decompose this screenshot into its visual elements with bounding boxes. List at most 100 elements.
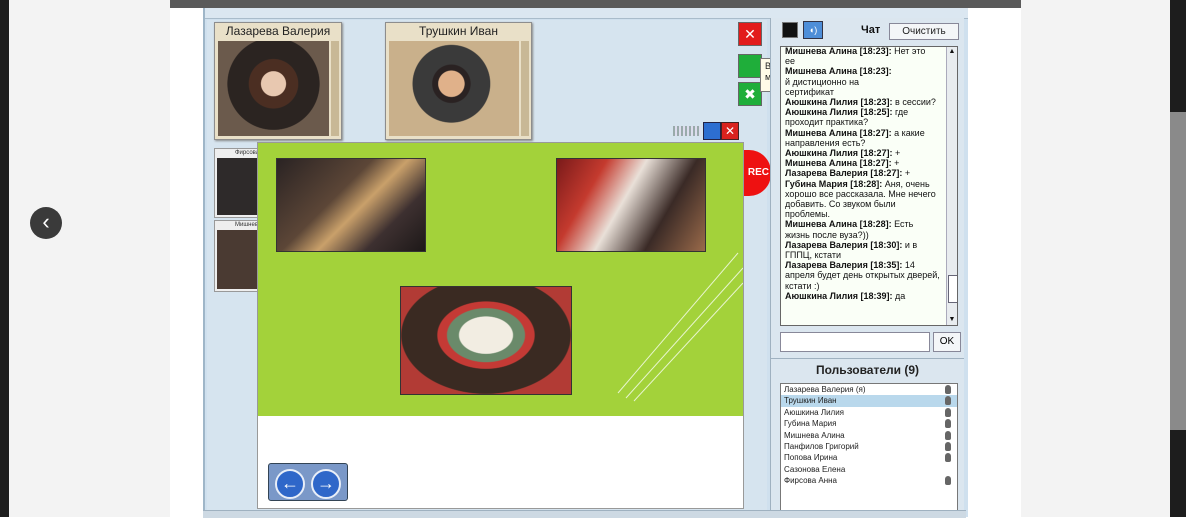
next-slide-button[interactable]: →: [311, 469, 341, 499]
user-name: Аюшкина Лилия: [784, 407, 844, 417]
volume-bar: [331, 41, 339, 136]
slide-navigation: ← →: [268, 463, 348, 501]
users-list[interactable]: Лазарева Валерия (я) Трушкин Иван Аюшкина …: [780, 383, 958, 511]
chat-message: Лазарева Валерия [18:35]: 14 апреля буде…: [785, 260, 940, 291]
slide-photo-party: [276, 158, 426, 252]
chat-message-text: сертификат: [785, 86, 834, 97]
user-list-item[interactable]: Аюшкина Лилия: [781, 407, 957, 418]
chat-message-author: Лазарева Валерия [18:35]:: [785, 260, 903, 271]
chat-message-author: Аюшкина Лилия [18:25]:: [785, 107, 893, 118]
participant-name: Лазарева Валерия: [225, 24, 331, 38]
mic-toggle-button[interactable]: ✕: [738, 22, 762, 46]
send-button[interactable]: OK: [933, 332, 961, 352]
chat-message-input[interactable]: [780, 332, 930, 352]
chat-message-author: Мишнева Алина [18:23]:: [785, 66, 892, 77]
carousel-prev-button[interactable]: ‹: [30, 207, 62, 239]
chat-message-text: й дистиционно на: [785, 76, 860, 87]
user-list-item[interactable]: Попова Ирина: [781, 452, 957, 463]
chat-message-text: +: [892, 148, 901, 159]
camera-button[interactable]: [738, 54, 762, 78]
microphone-icon: [945, 430, 951, 440]
speaker-button[interactable]: ◖): [803, 21, 823, 39]
arrow-left-icon: ←: [281, 473, 299, 493]
chat-message: й дистиционно на: [785, 77, 940, 87]
user-list-item[interactable]: Мишнева Алина: [781, 430, 957, 441]
chat-message-text: +: [902, 168, 911, 179]
chat-message-author: Лазарева Валерия [18:27]:: [785, 168, 903, 179]
microphone-icon: [945, 396, 951, 406]
scroll-down-icon[interactable]: ▼: [947, 315, 957, 325]
volume-bar: [521, 41, 529, 136]
user-list-item[interactable]: Фирсова Анна: [781, 475, 957, 486]
page-scrollbar-thumb[interactable]: [1170, 112, 1186, 430]
chat-messages: Мишнева Алина [18:23]: Нет это ее Мишнева …: [785, 46, 940, 301]
chat-message-text: да: [892, 290, 906, 301]
previous-slide-button[interactable]: ←: [275, 469, 305, 499]
user-name: Трушкин Иван: [784, 396, 837, 406]
microphone-icon: [945, 419, 951, 429]
close-icon: ✕: [724, 124, 736, 138]
participant-video: [218, 41, 329, 136]
chevron-left-icon: ‹: [42, 209, 50, 234]
chat-message-text: в сессии?: [892, 97, 936, 108]
tools-icon: ✖: [744, 86, 756, 102]
close-button[interactable]: ✕: [721, 122, 739, 140]
chat-panel: ◖) Чат Очистить Мишнева Алина [18:23]: Н…: [770, 18, 964, 358]
chat-message: Мишнева Алина [18:23]: Нет это: [785, 46, 940, 56]
chat-message-author: Мишнева Алина [18:27]:: [785, 127, 892, 138]
chat-scroll-thumb[interactable]: [948, 275, 957, 303]
user-list-item[interactable]: Губина Мария: [781, 418, 957, 429]
user-name: Мишнева Алина: [784, 430, 845, 440]
chat-log[interactable]: Мишнева Алина [18:23]: Нет это ее Мишнева …: [780, 46, 958, 326]
chat-message-text: ее: [785, 56, 796, 67]
user-list-item[interactable]: Панфилов Григорий: [781, 441, 957, 452]
slide-window-controls: ✕: [673, 122, 743, 140]
chat-title: Чат: [861, 24, 881, 36]
chat-message: Лазарева Валерия [18:30]: и в ГППЦ, кста…: [785, 240, 940, 260]
user-name: Попова Ирина: [784, 453, 838, 463]
microphone-icon: [945, 385, 951, 394]
drag-grip-icon[interactable]: [673, 126, 701, 136]
video-card-participant1[interactable]: Лазарева Валерия: [214, 22, 342, 140]
participant-video: [389, 41, 519, 136]
clear-chat-button[interactable]: Очистить: [889, 23, 959, 40]
slide-photo-cake: [400, 286, 572, 395]
user-name: Фирсова Анна: [784, 476, 837, 486]
chat-message: Мишнева Алина [18:27]: а какие направлен…: [785, 128, 940, 148]
chat-message: Мишнева Алина [18:28]: Есть жизнь после …: [785, 219, 940, 239]
participant-name: Трушкин Иван: [419, 24, 498, 38]
chat-message-author: Аюшкина Лилия [18:27]:: [785, 148, 893, 159]
user-list-item[interactable]: Трушкин Иван: [781, 395, 957, 407]
microphone-icon: [945, 407, 951, 417]
slide-photo-group: [556, 158, 706, 252]
microphone-icon: [945, 441, 951, 451]
chat-message-author: Аюшкина Лилия [18:39]:: [785, 290, 893, 301]
video-card-participant2[interactable]: Трушкин Иван: [385, 22, 532, 140]
microphone-off-icon: ✕: [744, 26, 756, 42]
microphone-icon: [945, 476, 951, 486]
right-gutter: [1021, 0, 1170, 517]
chat-message-author: Мишнева Алина [18:28]:: [785, 219, 892, 230]
user-list-item[interactable]: Лазарева Валерия (я): [781, 384, 957, 395]
chat-message: ее: [785, 56, 940, 66]
text-color-picker[interactable]: [782, 22, 798, 38]
speaker-icon: ◖): [808, 25, 818, 35]
minimize-button[interactable]: [703, 122, 721, 140]
user-name: Лазарева Валерия (я): [784, 385, 866, 394]
chat-scrollbar[interactable]: ▲ ▼: [946, 47, 957, 325]
chat-message-author: Лазарева Валерия [18:30]:: [785, 239, 903, 250]
microphone-icon: [945, 453, 951, 463]
left-edge: [0, 0, 9, 517]
settings-button[interactable]: ✖: [738, 82, 762, 106]
chat-message-author: Аюшкина Лилия [18:23]:: [785, 97, 893, 108]
user-list-item[interactable]: Сазонова Елена: [781, 464, 957, 475]
top-bar: [0, 0, 1186, 8]
users-title: Пользователи (9): [815, 363, 920, 377]
chat-message-author: Мишнева Алина [18:23]:: [785, 46, 892, 56]
scroll-up-icon[interactable]: ▲: [947, 47, 957, 57]
chat-message: Мишнева Алина [18:27]: +: [785, 158, 940, 168]
chat-message: Аюшкина Лилия [18:39]: да: [785, 291, 940, 301]
user-name: Панфилов Григорий: [784, 441, 859, 451]
chat-message: Аюшкина Лилия [18:23]: в сессии?: [785, 97, 940, 107]
chat-message: Губина Мария [18:28]: Аня, очень хорошо …: [785, 179, 940, 220]
